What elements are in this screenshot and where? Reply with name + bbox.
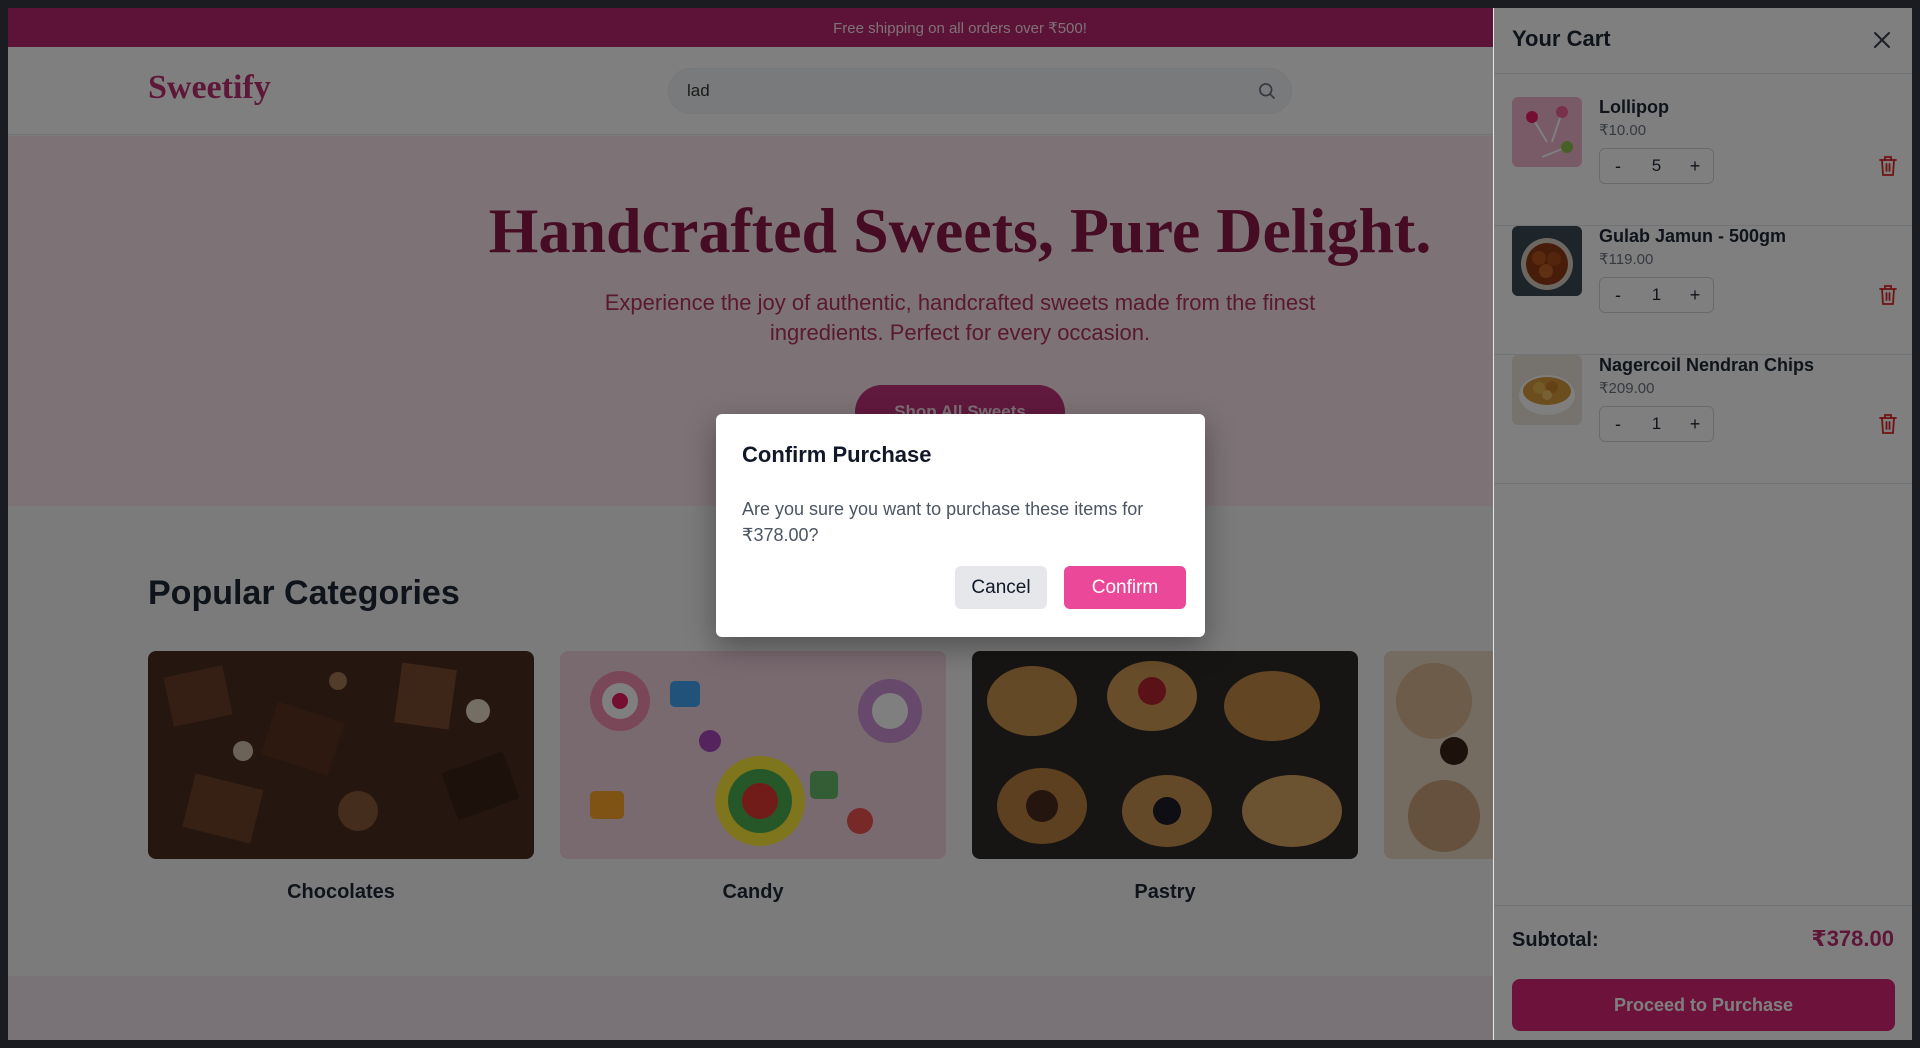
dialog-title: Confirm Purchase <box>742 442 932 467</box>
cart-drawer: Your Cart Lollipop ₹10.00 <box>1493 8 1912 1040</box>
cancel-button[interactable]: Cancel <box>955 566 1047 609</box>
dialog-message: Are you sure you want to purchase these … <box>742 499 1144 545</box>
confirm-button[interactable]: Confirm <box>1064 566 1186 609</box>
app-viewport: Free shipping on all orders over ₹500! S… <box>8 8 1912 1040</box>
confirm-purchase-dialog: Confirm Purchase Are you sure you want t… <box>716 414 1205 637</box>
cart-backdrop <box>1494 8 1912 1040</box>
